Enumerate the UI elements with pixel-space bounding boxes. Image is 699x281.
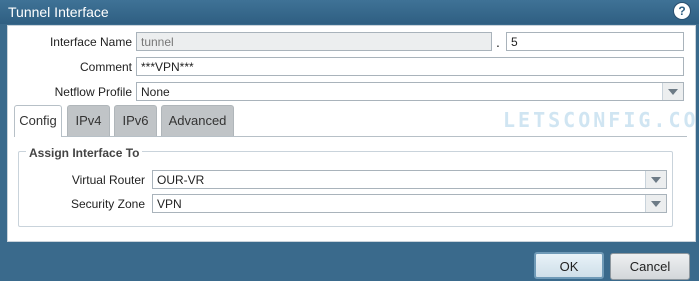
tab-advanced[interactable]: Advanced xyxy=(161,105,234,136)
virtual-router-select[interactable]: OUR-VR xyxy=(152,170,667,189)
interface-dot-separator: . xyxy=(496,34,500,50)
tab-ipv6[interactable]: IPv6 xyxy=(114,105,157,136)
comment-input[interactable] xyxy=(136,57,684,76)
watermark: LETSCONFIG.COM xyxy=(503,108,699,132)
tab-config[interactable]: Config xyxy=(14,105,62,137)
assign-interface-title: Assign Interface To xyxy=(26,146,143,160)
virtual-router-label: Virtual Router xyxy=(71,173,145,187)
comment-label: Comment xyxy=(79,60,132,74)
security-zone-label: Security Zone xyxy=(70,197,145,211)
chevron-down-icon[interactable] xyxy=(662,83,683,100)
help-icon[interactable]: ? xyxy=(674,3,690,19)
interface-name-input[interactable] xyxy=(136,32,492,51)
netflow-profile-select[interactable]: None xyxy=(136,82,684,101)
security-zone-value: VPN xyxy=(157,197,182,211)
security-zone-select[interactable]: VPN xyxy=(152,194,667,213)
virtual-router-value: OUR-VR xyxy=(157,173,205,187)
netflow-profile-value: None xyxy=(141,85,170,99)
dialog-titlebar: Tunnel Interface ? xyxy=(0,0,699,24)
tab-ipv4[interactable]: IPv4 xyxy=(67,105,110,136)
chevron-down-icon[interactable] xyxy=(645,171,666,188)
interface-suffix-input[interactable] xyxy=(506,32,684,51)
interface-name-label: Interface Name xyxy=(49,35,132,49)
dialog-title: Tunnel Interface xyxy=(8,4,109,20)
chevron-down-icon[interactable] xyxy=(645,195,666,212)
assign-interface-fieldset xyxy=(18,151,673,227)
netflow-profile-label: Netflow Profile xyxy=(54,85,132,99)
ok-button[interactable]: OK xyxy=(534,252,604,279)
cancel-button[interactable]: Cancel xyxy=(610,253,690,280)
